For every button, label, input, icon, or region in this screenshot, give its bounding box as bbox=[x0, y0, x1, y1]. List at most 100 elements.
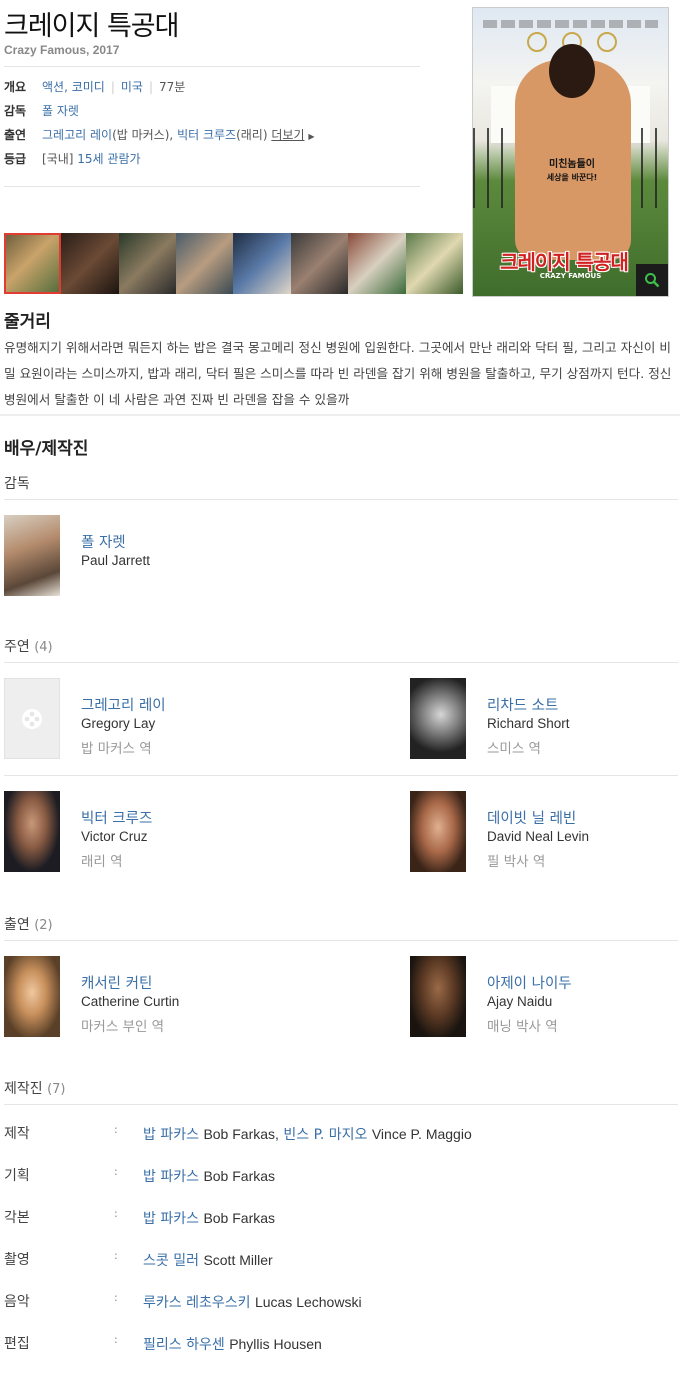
stills-strip bbox=[4, 233, 463, 294]
director-photo[interactable] bbox=[4, 515, 60, 596]
still-thumbnail[interactable] bbox=[291, 233, 348, 294]
divider bbox=[4, 940, 678, 941]
divider bbox=[4, 66, 420, 67]
person-name-ko[interactable]: 아제이 나이두 bbox=[487, 972, 572, 993]
search-icon bbox=[645, 273, 660, 288]
crew-person-link[interactable]: 필리스 하우센 bbox=[143, 1337, 225, 1353]
person-photo[interactable] bbox=[410, 956, 466, 1037]
crew-person-link[interactable]: 빈스 P. 마지오 bbox=[283, 1127, 367, 1143]
person-name-en: Gregory Lay bbox=[81, 716, 156, 731]
director-section-title: 감독 bbox=[4, 476, 30, 492]
person-name-ko[interactable]: 리차드 소트 bbox=[487, 694, 558, 715]
cast-link-2[interactable]: 빅터 크루즈 bbox=[177, 128, 236, 142]
crew-person-link[interactable]: 밥 파카스 bbox=[143, 1127, 199, 1143]
person-photo[interactable] bbox=[4, 791, 60, 872]
person-name-ko[interactable]: 데이빗 닐 레빈 bbox=[487, 807, 576, 828]
movie-subtitle: Crazy Famous, 2017 bbox=[4, 43, 120, 57]
divider bbox=[4, 775, 678, 776]
person-role: 매닝 박사 역 bbox=[487, 1019, 558, 1035]
info-cast: 출연 그레고리 레이(밥 마커스), 빅터 크루즈(래리) 더보기 ▶ bbox=[4, 126, 314, 144]
divider bbox=[4, 1104, 678, 1105]
crew-person-link[interactable]: 스콧 밀러 bbox=[143, 1253, 199, 1269]
person-photo[interactable] bbox=[410, 791, 466, 872]
crew-person-en: Bob Farkas bbox=[203, 1210, 276, 1226]
crew-person-link[interactable]: 루카스 레초우스키 bbox=[143, 1295, 251, 1311]
film-reel-icon bbox=[22, 708, 42, 729]
crew-separator: , bbox=[275, 1126, 279, 1142]
cast-card[interactable]: 캐서린 커틴 Catherine Curtin 마커스 부인 역 bbox=[4, 956, 304, 1037]
crew-row: 제작 : 밥 파카스 Bob Farkas, 빈스 P. 마지오 Vince P… bbox=[4, 1123, 674, 1144]
person-role: 필 박사 역 bbox=[487, 854, 546, 870]
crew-role: 촬영 bbox=[4, 1252, 30, 1268]
poster-credits bbox=[483, 20, 658, 28]
genre-link[interactable]: 액션, 코미디 bbox=[42, 80, 105, 94]
person-name-en: Paul Jarrett bbox=[81, 553, 151, 568]
cast-card[interactable]: 그레고리 레이 Gregory Lay 밥 마커스 역 bbox=[4, 678, 304, 759]
separator: | bbox=[148, 80, 154, 94]
still-thumbnail[interactable] bbox=[406, 233, 463, 294]
info-rating: 등급 [국내] 15세 관람가 bbox=[4, 150, 141, 168]
crew-row: 촬영 : 스콧 밀러 Scott Miller bbox=[4, 1249, 674, 1270]
crew-colon: : bbox=[114, 1123, 118, 1136]
rating-link[interactable]: 15세 관람가 bbox=[77, 152, 140, 166]
crew-person-en: Vince P. Maggio bbox=[371, 1126, 472, 1142]
cast-link-1[interactable]: 그레고리 레이 bbox=[42, 128, 112, 142]
still-thumbnail[interactable] bbox=[176, 233, 233, 294]
movie-poster[interactable]: 미친놈들이 세상을 바꾼다! 크레이지 특공대 CRAZY FAMOUS bbox=[472, 7, 669, 297]
crew-role: 제작 bbox=[4, 1126, 30, 1142]
country-link[interactable]: 미국 bbox=[121, 80, 143, 94]
divider bbox=[4, 662, 678, 663]
person-photo[interactable] bbox=[4, 956, 60, 1037]
person-name-en: Catherine Curtin bbox=[81, 994, 180, 1009]
cast-card[interactable]: 리차드 소트 Richard Short 스미스 역 bbox=[410, 678, 670, 759]
cast-role-1: (밥 마커스) bbox=[112, 128, 170, 142]
still-thumbnail[interactable] bbox=[233, 233, 291, 294]
cast-separator: , bbox=[169, 128, 174, 142]
synopsis-text: 유명해지기 위해서라면 뭐든지 하는 밥은 결국 몽고메리 정신 병원에 입원한… bbox=[4, 340, 672, 407]
movie-title: 크레이지 특공대 bbox=[4, 11, 179, 42]
still-thumbnail[interactable] bbox=[4, 233, 61, 294]
rating-region: [국내] bbox=[42, 152, 74, 166]
separator: | bbox=[110, 80, 115, 94]
director-link[interactable]: 폴 자렛 bbox=[42, 104, 79, 118]
still-thumbnail[interactable] bbox=[119, 233, 176, 294]
crew-role: 각본 bbox=[4, 1210, 30, 1226]
cast-card[interactable]: 데이빗 닐 레빈 David Neal Levin 필 박사 역 bbox=[410, 791, 670, 872]
person-name-ko[interactable]: 빅터 크루즈 bbox=[81, 807, 152, 828]
person-name-ko[interactable]: 그레고리 레이 bbox=[81, 694, 166, 715]
person-role: 밥 마커스 역 bbox=[81, 741, 152, 757]
crew-role: 편집 bbox=[4, 1336, 30, 1352]
director-card[interactable]: 폴 자렛 Paul Jarrett bbox=[4, 515, 304, 596]
poster-zoom-button[interactable] bbox=[636, 264, 668, 296]
person-role: 스미스 역 bbox=[487, 741, 541, 757]
crew-row: 음악 : 루카스 레초우스키 Lucas Lechowski bbox=[4, 1291, 674, 1312]
person-photo[interactable] bbox=[410, 678, 466, 759]
info-label: 감독 bbox=[4, 104, 27, 118]
person-name-ko[interactable]: 캐서린 커틴 bbox=[81, 972, 152, 993]
cast-role-2: (래리) bbox=[236, 128, 268, 142]
crew-role: 기획 bbox=[4, 1168, 30, 1184]
cast-crew-heading: 배우/제작진 bbox=[4, 439, 89, 459]
crew-row: 편집 : 필리스 하우센 Phyllis Housen bbox=[4, 1333, 674, 1354]
crew-person-en: Bob Farkas bbox=[203, 1126, 276, 1142]
lead-section-title: 주연 (4) bbox=[4, 639, 53, 655]
crew-colon: : bbox=[114, 1165, 118, 1178]
photo-placeholder[interactable] bbox=[4, 678, 60, 759]
still-thumbnail[interactable] bbox=[61, 233, 119, 294]
cast-card[interactable]: 아제이 나이두 Ajay Naidu 매닝 박사 역 bbox=[410, 956, 670, 1037]
crew-colon: : bbox=[114, 1207, 118, 1220]
crew-person-link[interactable]: 밥 파카스 bbox=[143, 1169, 199, 1185]
more-cast-link[interactable]: 더보기 bbox=[271, 128, 304, 142]
cast-card[interactable]: 빅터 크루즈 Victor Cruz 래리 역 bbox=[4, 791, 304, 872]
crew-role: 음악 bbox=[4, 1294, 30, 1310]
info-label: 개요 bbox=[4, 80, 27, 94]
crew-colon: : bbox=[114, 1333, 118, 1346]
person-name-ko[interactable]: 폴 자렛 bbox=[81, 531, 126, 552]
person-role: 마커스 부인 역 bbox=[81, 1019, 165, 1035]
crew-person-en: Lucas Lechowski bbox=[254, 1294, 362, 1310]
crew-colon: : bbox=[114, 1291, 118, 1304]
crew-person-link[interactable]: 밥 파카스 bbox=[143, 1211, 199, 1227]
still-thumbnail[interactable] bbox=[348, 233, 406, 294]
runtime: 77분 bbox=[159, 80, 186, 94]
person-name-en: Victor Cruz bbox=[81, 829, 148, 844]
